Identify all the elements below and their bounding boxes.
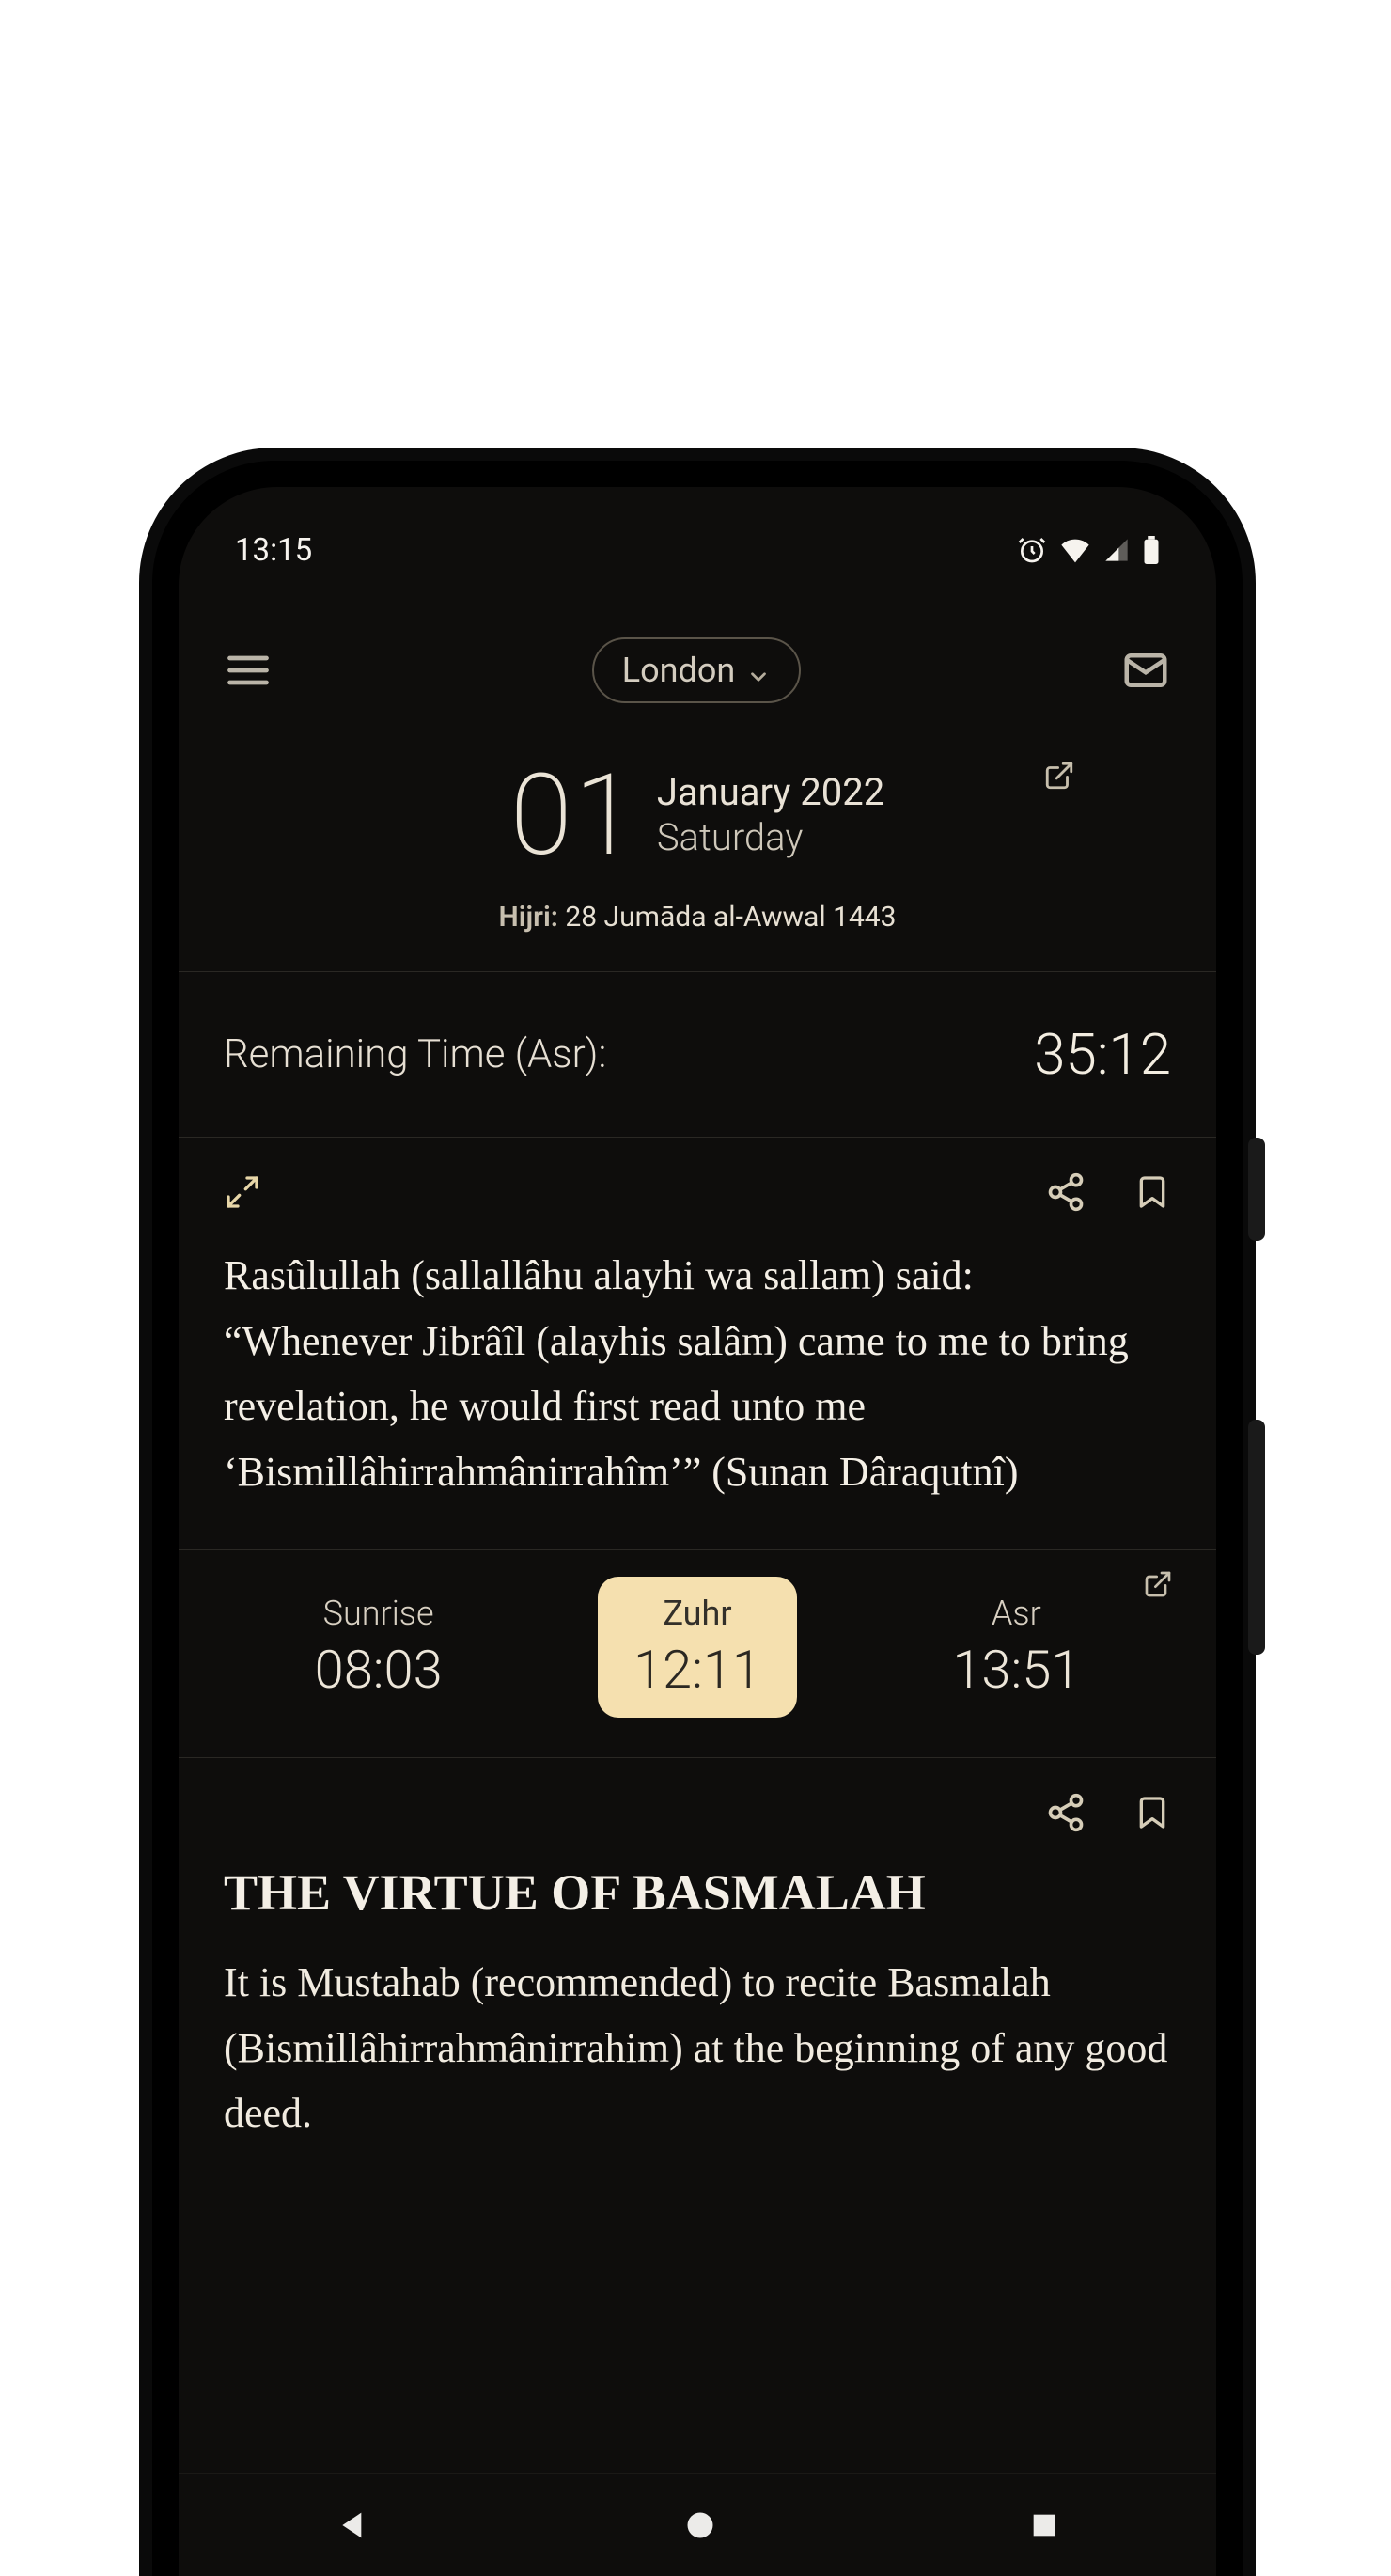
- screen: 13:15: [179, 487, 1216, 2576]
- nav-home-button[interactable]: [683, 2508, 717, 2542]
- menu-button[interactable]: [224, 646, 273, 695]
- date-row: 01 January 2022 Saturday: [510, 760, 884, 872]
- prayer-time: 08:03: [315, 1639, 443, 1701]
- prayer-times-row: Sunrise 08:03 Zuhr 12:11 Asr 13:51: [179, 1550, 1216, 1757]
- open-external-button[interactable]: [1043, 760, 1075, 792]
- bookmark-button[interactable]: [1133, 1171, 1171, 1217]
- prayer-name: Asr: [952, 1594, 1080, 1633]
- article-title: THE VIRTUE OF BASMALAH: [224, 1863, 1171, 1922]
- nav-recent-button[interactable]: [1028, 2509, 1060, 2541]
- weekday: Saturday: [657, 814, 884, 861]
- prayer-time-zuhr[interactable]: Zuhr 12:11: [598, 1577, 797, 1718]
- expand-button[interactable]: [224, 1173, 261, 1215]
- remaining-time-row: Remaining Time (Asr): 35:12: [179, 972, 1216, 1137]
- location-label: London: [622, 651, 736, 690]
- date-block: 01 January 2022 Saturday Hijri: 28 Jumād…: [179, 741, 1216, 971]
- remaining-label: Remaining Time (Asr):: [224, 1031, 606, 1077]
- prayer-name: Sunrise: [315, 1594, 443, 1633]
- hadith-text: Rasûlullah (sallallâhu alayhi wa sallam)…: [224, 1243, 1171, 1504]
- status-bar: 13:15: [179, 487, 1216, 581]
- nav-back-button[interactable]: [335, 2506, 372, 2544]
- article-card: THE VIRTUE OF BASMALAH It is Mustahab (r…: [179, 1758, 1216, 2191]
- prayer-time-asr[interactable]: Asr 13:51: [916, 1577, 1116, 1718]
- signal-icon: [1103, 537, 1130, 563]
- bookmark-button[interactable]: [1133, 1792, 1171, 1837]
- system-nav-bar: [179, 2473, 1216, 2576]
- chevron-down-icon: [746, 658, 771, 683]
- prayer-time: 12:11: [633, 1639, 761, 1701]
- phone-side-button-bottom: [1248, 1420, 1265, 1655]
- prayer-time: 13:51: [952, 1639, 1080, 1701]
- share-button[interactable]: [1045, 1171, 1086, 1217]
- prayer-name: Zuhr: [633, 1594, 761, 1633]
- hadith-card: Rasûlullah (sallallâhu alayhi wa sallam)…: [179, 1138, 1216, 1549]
- battery-icon: [1143, 536, 1160, 564]
- hijri-value: 28 Jumāda al-Awwal 1443: [565, 901, 896, 934]
- app-bar: London: [179, 581, 1216, 741]
- phone-side-button-top: [1248, 1138, 1265, 1241]
- day-number: 01: [510, 760, 638, 872]
- month-year: January 2022: [657, 771, 884, 814]
- status-icons: [1017, 535, 1160, 565]
- article-text: It is Mustahab (recommended) to recite B…: [224, 1950, 1171, 2146]
- share-button[interactable]: [1045, 1792, 1086, 1837]
- status-time: 13:15: [235, 532, 312, 569]
- mail-button[interactable]: [1120, 645, 1171, 696]
- remaining-value: 35:12: [1034, 1021, 1171, 1088]
- alarm-icon: [1017, 535, 1047, 565]
- location-selector[interactable]: London: [592, 637, 802, 703]
- hijri-label: Hijri:: [498, 901, 557, 934]
- prayer-time-sunrise[interactable]: Sunrise 08:03: [279, 1577, 478, 1718]
- hijri-date: Hijri: 28 Jumāda al-Awwal 1443: [224, 901, 1171, 934]
- phone-frame: 13:15: [152, 461, 1243, 2576]
- wifi-icon: [1060, 537, 1090, 563]
- open-external-button[interactable]: [1143, 1569, 1173, 1599]
